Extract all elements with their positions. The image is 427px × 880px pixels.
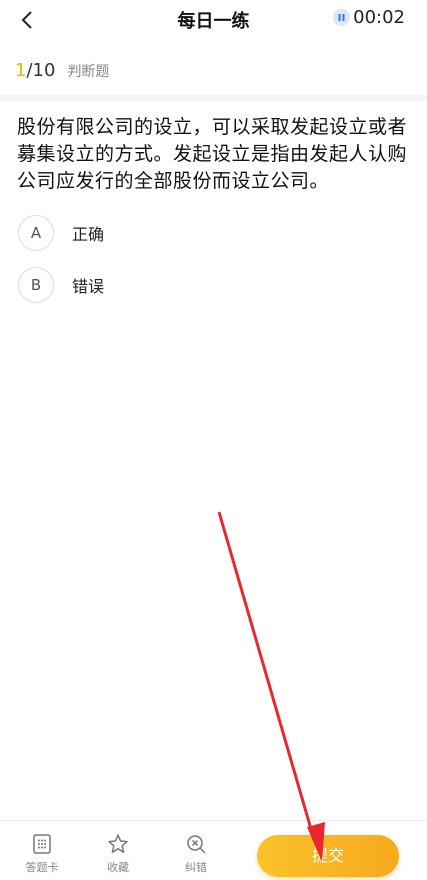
timer[interactable]: 00:02 [333, 7, 405, 28]
favorite-button[interactable]: 收藏 [88, 833, 148, 875]
error-search-icon [187, 835, 206, 854]
progress-total: 10 [32, 60, 56, 81]
question-text: 股份有限公司的设立，可以采取发起设立或者募集设立的方式。发起设立是指由发起人认购… [17, 116, 408, 192]
option-label: 正确 [72, 225, 105, 244]
question-progress: 1 / 10 判断题 [15, 60, 109, 81]
submit-button[interactable]: 提交 [257, 835, 399, 877]
favorite-label: 收藏 [107, 861, 129, 874]
question-type: 判断题 [67, 64, 110, 80]
progress-current: 1 [15, 60, 27, 81]
grid-icon [33, 834, 51, 854]
timer-value: 00:02 [353, 7, 405, 28]
answer-card-button[interactable]: 答题卡 [12, 833, 72, 875]
option-letter-circle: B [18, 267, 54, 303]
star-icon [108, 834, 128, 853]
top-bar: 每日一练 00:02 [0, 0, 427, 40]
option-b[interactable]: B 错误 [18, 267, 318, 303]
option-a[interactable]: A 正确 [18, 215, 318, 251]
report-error-label: 纠错 [185, 861, 207, 874]
answer-card-label: 答题卡 [25, 861, 59, 874]
option-letter-circle: A [18, 215, 54, 251]
section-divider [0, 95, 427, 101]
pause-icon[interactable] [333, 9, 351, 26]
report-error-button[interactable]: 纠错 [166, 833, 226, 875]
option-label: 错误 [72, 277, 105, 296]
